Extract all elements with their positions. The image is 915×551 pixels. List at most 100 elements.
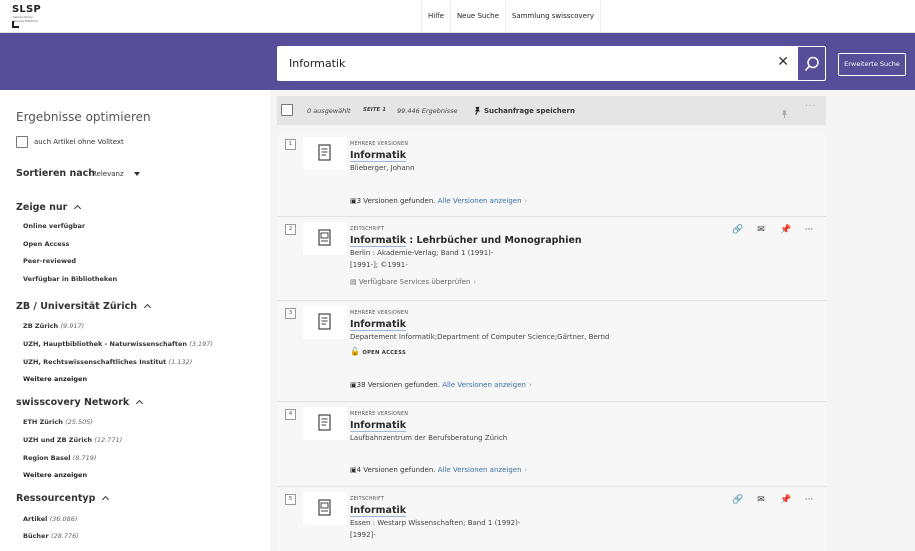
result-thumbnail[interactable] [303,222,347,255]
results-toolbar: 0 ausgewählt SEITE 1 99.446 Ergebnisse S… [277,96,826,125]
facet-title: swisscovery Network [16,397,130,408]
result-item[interactable]: 3 MEHRERE VERSIONEN Informatik Departeme… [277,302,826,402]
link-icon[interactable]: 🔗 [732,225,743,235]
result-number[interactable]: 5 [285,494,296,505]
pin-results-icon[interactable] [780,104,789,123]
result-number[interactable]: 4 [285,409,296,420]
facet-item[interactable]: Bücher (28.776) [23,532,79,540]
fulltext-checkbox[interactable] [16,136,28,148]
result-thumbnail[interactable] [303,306,347,339]
fulltext-checkbox-label[interactable]: auch Artikel ohne Volltext [34,138,124,146]
nav-help-link[interactable]: Hilfe [421,0,450,32]
result-thumbnail[interactable] [303,492,347,525]
top-bar: SLSP Swiss Library Service Platform Hilf… [0,0,915,33]
facet-item[interactable]: ETH Zürich (25.505) [23,418,93,426]
facet-item[interactable]: Online verfügbar [23,222,85,230]
versions-icon: ▣ [350,197,357,205]
result-type: ZEITSCHRIFT [350,497,385,502]
email-icon[interactable]: ✉ [756,495,766,505]
open-lock-icon: 🔓 [350,347,361,356]
result-author: Laufbahnzentrum der Berufsberatung Züric… [350,434,508,442]
facet-item[interactable]: UZH, Rechtswissenschaftliches Institut (… [23,358,192,366]
facet-item[interactable]: UZH, Hauptbibliothek - Naturwissenschaft… [23,340,213,348]
facet-show-only-header[interactable]: Zeige nur [16,202,82,213]
facet-zb-header[interactable]: ZB / Universität Zürich [16,301,152,312]
show-all-versions-link[interactable]: Alle Versionen anzeigen [438,466,522,474]
result-item[interactable]: 5 ZEITSCHRIFT Informatik Essen : Westarp… [277,488,826,551]
search-button[interactable] [797,46,826,81]
chevron-right-icon: › [473,278,477,286]
logo-corner-mark [12,21,19,28]
result-title[interactable]: Informatik [350,420,407,432]
result-thumbnail[interactable] [303,137,347,170]
facet-item-label: UZH, Rechtswissenschaftliches Institut [23,358,167,366]
result-title-rest[interactable]: : Lehrbücher und Monographien [406,235,581,246]
show-all-versions-link[interactable]: Alle Versionen anzeigen [438,197,522,205]
selected-count: 0 ausgewählt [307,107,351,115]
facet-item[interactable]: ZB Zürich (9.917) [23,322,84,330]
result-title-highlight[interactable]: Informatik [350,150,407,162]
advanced-search-button[interactable]: Erweiterte Suche [838,53,906,76]
facet-item[interactable]: Open Access [23,240,69,248]
nav-collection-link[interactable]: Sammlung swisscovery [504,0,601,32]
chevron-up-icon [143,303,152,312]
sort-caret-icon[interactable] [134,172,140,176]
clear-search-icon[interactable]: ✕ [777,54,789,70]
pin-icon[interactable]: 📌 [780,225,791,235]
result-title-highlight[interactable]: Informatik [350,505,407,517]
result-number[interactable]: 2 [285,224,296,235]
result-title[interactable]: Informatik : Lehrbücher und Monographien [350,235,582,247]
facet-item[interactable]: Artikel (36.086) [23,515,77,523]
facet-item[interactable]: Region Basel (8.719) [23,454,96,462]
show-more-link[interactable]: Weitere anzeigen [23,375,87,383]
chevron-up-icon [102,495,110,504]
more-icon[interactable]: ··· [804,225,814,235]
result-number[interactable]: 3 [285,308,296,319]
result-item[interactable]: 1 MEHRERE VERSIONEN Informatik Blieberge… [277,133,826,217]
result-title-highlight[interactable]: Informatik [350,235,407,247]
sort-select[interactable]: Relevanz [92,170,124,178]
show-all-versions-link[interactable]: Alle Versionen anzeigen [442,381,526,389]
link-icon[interactable]: 🔗 [732,495,743,505]
result-type: MEHRERE VERSIONEN [350,311,409,316]
check-services-link[interactable]: ▤ Verfügbare Services überprüfen › [350,278,476,286]
search-input[interactable]: Informatik ✕ [277,46,797,81]
result-publisher: Essen : Westarp Wissenschaften; Band 1 (… [350,519,521,527]
more-options-icon[interactable]: ··· [805,101,816,112]
result-number[interactable]: 1 [285,139,296,150]
result-item[interactable]: 4 MEHRERE VERSIONEN Informatik Laufbahnz… [277,403,826,487]
pin-icon[interactable]: 📌 [780,495,791,505]
result-title[interactable]: Informatik [350,319,407,331]
result-item[interactable]: 2 ZEITSCHRIFT Informatik : Lehrbücher un… [277,218,826,301]
facet-item-count: (28.776) [50,532,79,540]
chevron-right-icon: › [524,466,528,474]
show-more-link[interactable]: Weitere anzeigen [23,471,87,479]
facet-item[interactable]: UZH und ZB Zürich (12.771) [23,436,122,444]
journal-icon [318,499,331,516]
result-title[interactable]: Informatik [350,505,407,517]
facet-item[interactable]: Verfügbar in Bibliotheken [23,275,117,283]
nav-new-search-link[interactable]: Neue Suche [449,0,505,32]
facet-item-label: ZB Zürich [23,322,59,330]
versions-count: 4 Versionen gefunden. [356,466,436,474]
search-input-value[interactable]: Informatik [289,57,345,70]
select-all-checkbox[interactable] [281,104,293,116]
facet-item[interactable]: Peer-reviewed [23,257,76,265]
save-query-button[interactable]: Suchanfrage speichern [473,106,575,115]
slsp-logo[interactable]: SLSP Swiss Library Service Platform [12,4,72,30]
result-title-highlight[interactable]: Informatik [350,319,407,331]
result-title[interactable]: Informatik [350,150,407,162]
result-title-highlight[interactable]: Informatik [350,420,407,432]
more-icon[interactable]: ··· [804,495,814,505]
result-thumbnail[interactable] [303,407,347,440]
versions-count: 3 Versionen gefunden. [356,197,436,205]
services-icon: ▤ [350,278,357,286]
email-icon[interactable]: ✉ [756,225,766,235]
facet-item-label: ETH Zürich [23,418,63,426]
facet-network-header[interactable]: swisscovery Network [16,397,144,408]
facet-restype-header[interactable]: Ressourcentyp [16,493,110,504]
document-icon [318,313,331,330]
facet-item-label: Artikel [23,515,48,523]
result-date: [1991-]; ©1991- [350,261,408,269]
search-icon [804,56,819,72]
